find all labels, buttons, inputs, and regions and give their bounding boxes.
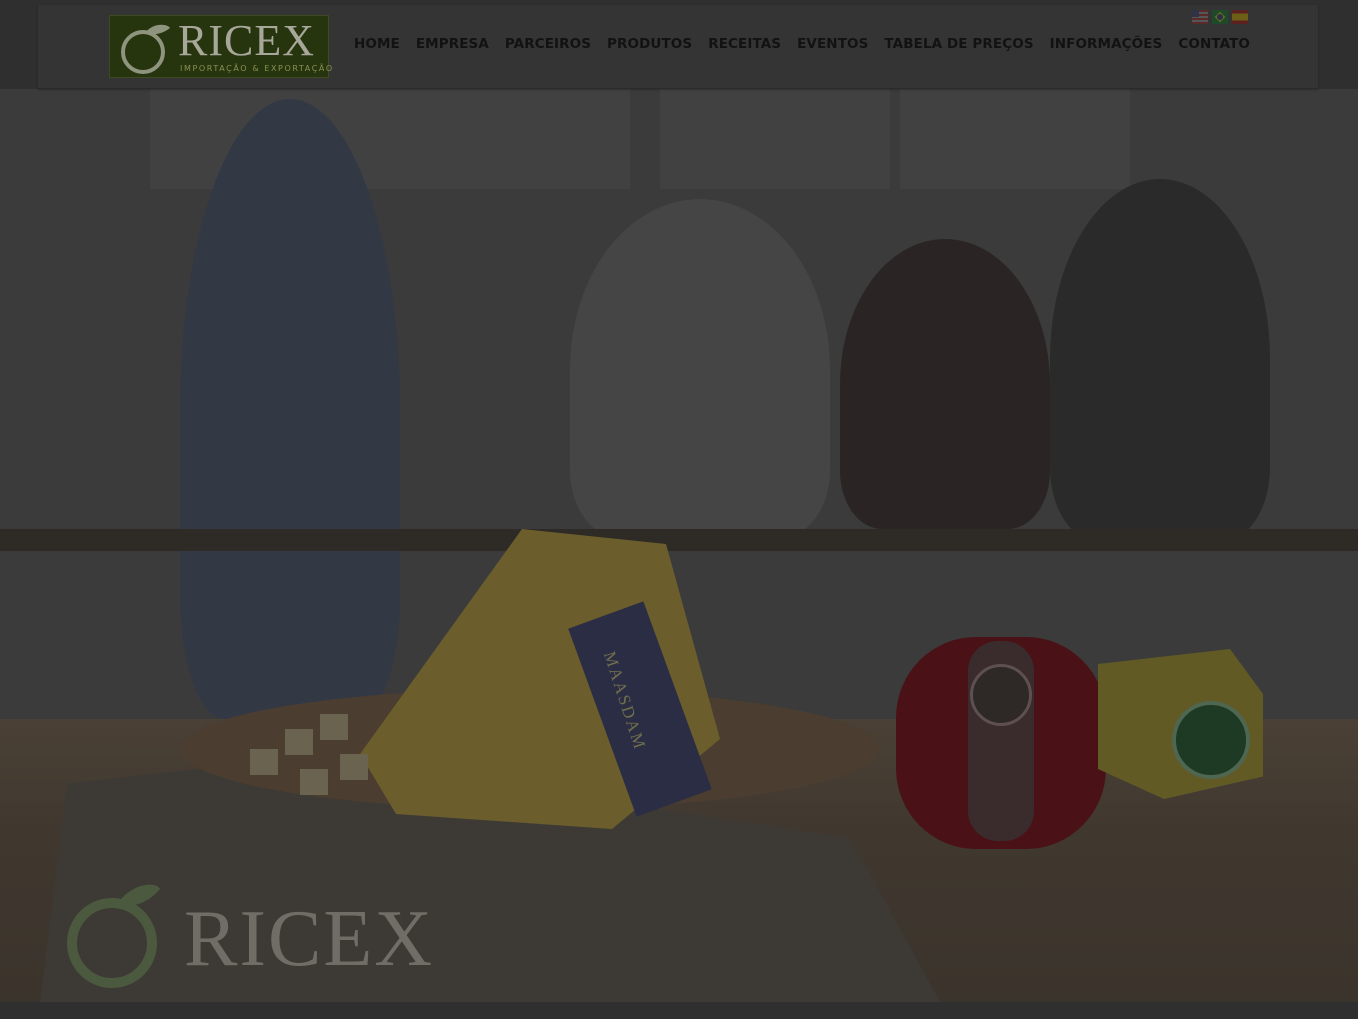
hero-watermark-logo: RICEX: [184, 895, 434, 983]
nav-home[interactable]: HOME: [354, 36, 400, 52]
brazil-flag-icon[interactable]: [1212, 10, 1228, 24]
person-seated-1: [570, 199, 830, 539]
cheese-cube: [320, 714, 348, 740]
page-footer-strip: [0, 1002, 1358, 1019]
cheese-cube: [285, 729, 313, 755]
site-header: RICEX IMPORTAÇÃO & EXPORTAÇÃO HOME EMPRE…: [38, 5, 1318, 89]
cheese-cube: [340, 754, 368, 780]
apple-leaf-icon: [67, 884, 160, 988]
cheese-cube: [300, 769, 328, 795]
logo-wordmark: RICEX: [178, 16, 315, 65]
nav-parceiros[interactable]: PARCEIROS: [505, 36, 591, 52]
nav-contato[interactable]: CONTATO: [1178, 36, 1250, 52]
background-table: [0, 529, 1358, 551]
spain-flag-icon[interactable]: [1232, 10, 1248, 24]
crown-seal-icon: [970, 664, 1032, 726]
nav-eventos[interactable]: EVENTOS: [797, 36, 868, 52]
nav-receitas[interactable]: RECEITAS: [708, 36, 781, 52]
logo-tagline: IMPORTAÇÃO & EXPORTAÇÃO: [180, 64, 334, 73]
cheese-cube: [250, 749, 278, 775]
person-standing: [180, 99, 400, 719]
nav-produtos[interactable]: PRODUTOS: [607, 36, 692, 52]
green-seal-icon: [1172, 701, 1250, 779]
nav-informacoes[interactable]: INFORMAÇÕES: [1050, 36, 1163, 52]
ricex-logo[interactable]: RICEX IMPORTAÇÃO & EXPORTAÇÃO: [109, 15, 332, 78]
person-seated-3: [1050, 179, 1270, 539]
apple-leaf-icon: [121, 24, 170, 74]
nav-empresa[interactable]: EMPRESA: [416, 36, 489, 52]
main-nav: HOME EMPRESA PARCEIROS PRODUTOS RECEITAS…: [354, 36, 1266, 52]
person-seated-2: [840, 239, 1050, 529]
language-switcher: [1192, 10, 1248, 24]
nav-tabela-de-precos[interactable]: TABELA DE PREÇOS: [884, 36, 1033, 52]
us-flag-icon[interactable]: [1192, 10, 1208, 24]
hero-banner: MAASDAM RICEX: [0, 89, 1358, 1002]
